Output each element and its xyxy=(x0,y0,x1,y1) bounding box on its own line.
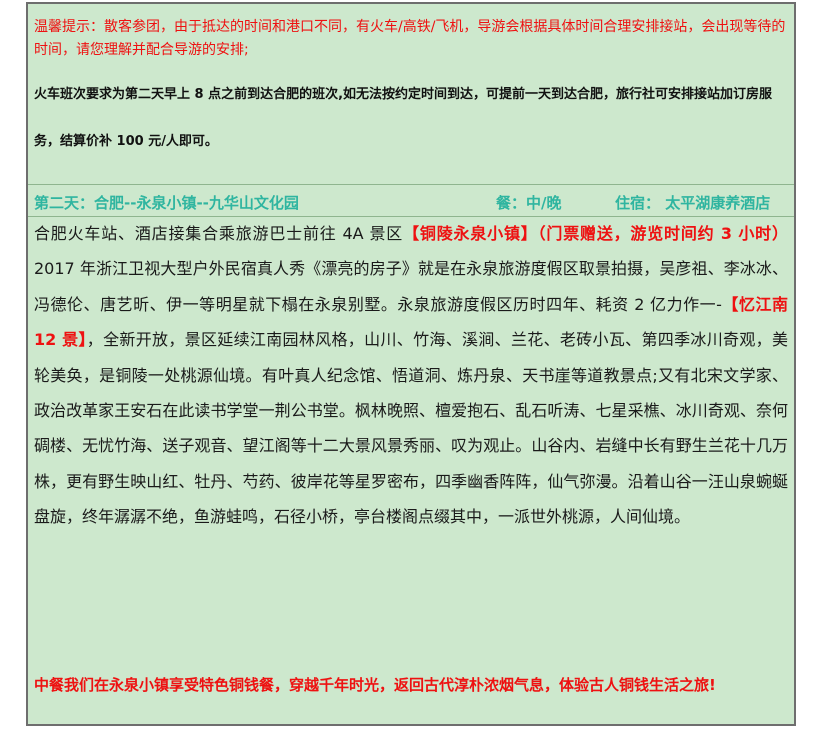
itinerary-panel: 温馨提示：散客参团，由于抵达的时间和港口不同，有火车/高铁/飞机，导游会根据具体… xyxy=(26,2,796,726)
day-description: 合肥火车站、酒店接集合乘旅游巴士前往 4A 景区【铜陵永泉小镇】（门票赠送，游览… xyxy=(34,216,788,535)
warm-notice: 温馨提示：散客参团，由于抵达的时间和港口不同，有火车/高铁/飞机，导游会根据具体… xyxy=(28,4,794,62)
train-requirement-note: 火车班次要求为第二天早上 8 点之前到达合肥的班次,如无法按约定时间到达，可提前… xyxy=(34,87,773,149)
description-intro: 合肥火车站、酒店接集合乘旅游巴士前往 4A 景区 xyxy=(34,224,404,243)
divider xyxy=(28,184,794,185)
lunch-note: 中餐我们在永泉小镇享受特色铜钱餐，穿越千年时光，返回古代淳朴浓烟气息，体验古人铜… xyxy=(34,676,716,694)
day-title: 第二天：合肥--永泉小镇--九华山文化园 xyxy=(34,194,299,212)
notice-label: 温馨提示： xyxy=(34,19,104,35)
highlight-yongquan-town: 【铜陵永泉小镇】（门票赠送，游览时间约 3 小时） xyxy=(403,224,788,243)
notice-text: 散客参团，由于抵达的时间和港口不同，有火车/高铁/飞机，导游会根据具体时间合理安… xyxy=(34,19,786,58)
day-accommodation: 住宿： 太平湖康养酒店 xyxy=(615,194,771,212)
description-scenery: ，全新开放，景区延续江南园林风格，山川、竹海、溪涧、兰花、老砖小瓦、第四季冰川奇… xyxy=(34,330,788,527)
day-header: 第二天：合肥--永泉小镇--九华山文化园 餐：中/晚 住宿： 太平湖康养酒店 xyxy=(34,190,788,216)
day-meals: 餐：中/晚 xyxy=(496,194,562,212)
description-history: 2017 年浙江卫视大型户外民宿真人秀《漂亮的房子》就是在永泉旅游度假区取景拍摄… xyxy=(34,259,788,314)
